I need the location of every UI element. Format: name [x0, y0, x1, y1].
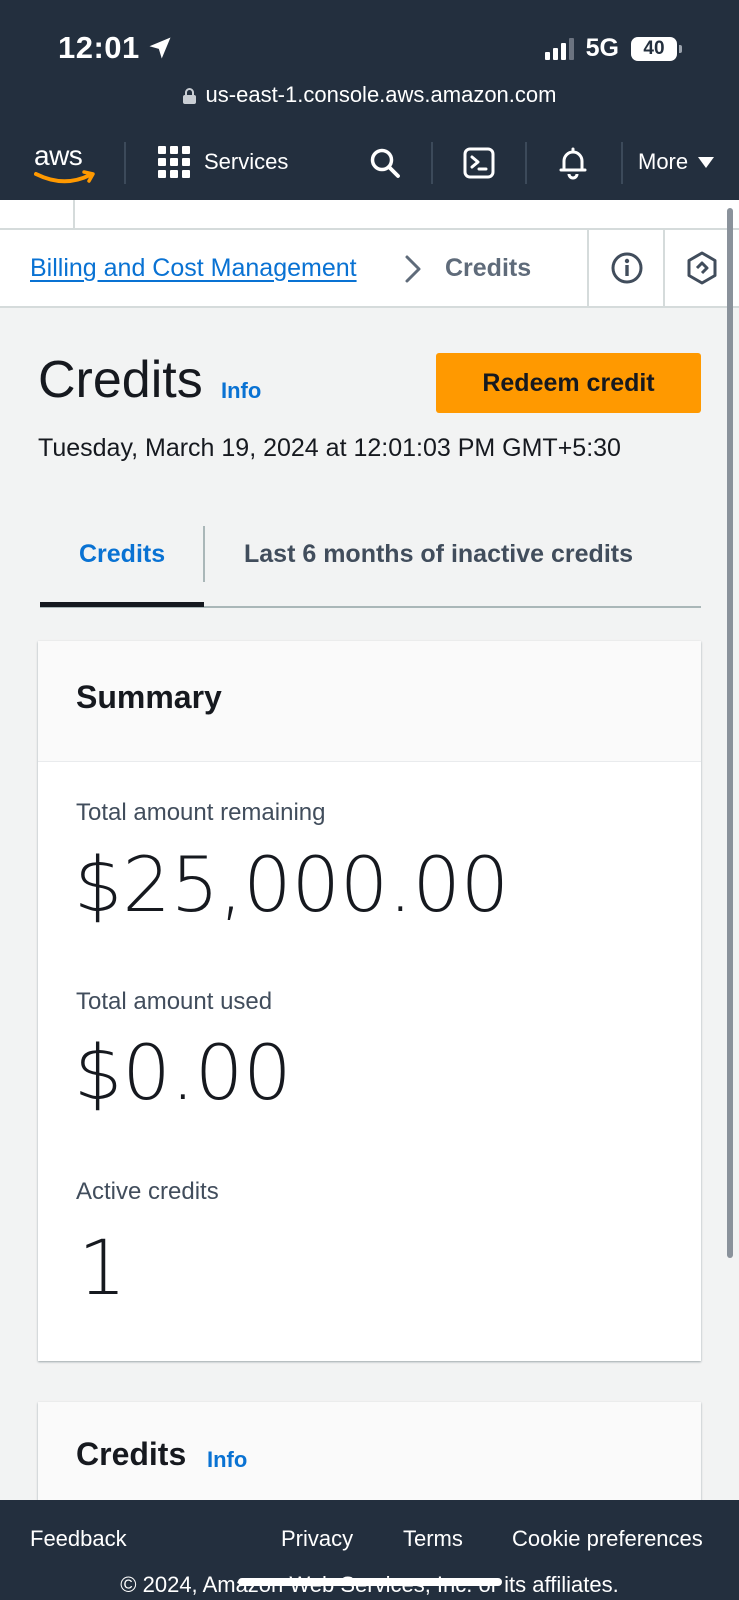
total-used-label: Total amount used	[76, 988, 273, 1015]
bell-icon[interactable]	[556, 146, 590, 180]
total-remaining-value: $25,000.00	[74, 840, 510, 929]
page-title: Credits	[38, 351, 203, 409]
aws-logo-text: aws	[34, 140, 83, 171]
breadcrumb-divider	[663, 230, 665, 306]
battery-level: 40	[643, 37, 665, 59]
footer-feedback-link[interactable]: Feedback	[30, 1526, 127, 1552]
status-indicators: 5G 40	[544, 34, 682, 63]
status-time: 12:01	[58, 30, 174, 66]
more-label: More	[638, 149, 689, 174]
active-tab-indicator	[40, 602, 204, 607]
aws-smile-icon	[34, 170, 95, 184]
battery-icon: 40	[631, 36, 682, 61]
top-bar: 12:01 5G 40 us-east-1.console.aws.amazon…	[0, 0, 739, 200]
search-icon[interactable]	[368, 146, 402, 180]
url-text: us-east-1.console.aws.amazon.com	[205, 82, 557, 107]
summary-card: Summary Total amount remaining $25,000.0…	[38, 641, 701, 1361]
breadcrumb-current: Credits	[445, 254, 532, 282]
network-type: 5G	[585, 34, 619, 62]
timestamp: Tuesday, March 19, 2024 at 12:01:03 PM G…	[38, 434, 621, 462]
credits-heading: Credits	[76, 1436, 187, 1472]
footer-cookie-preferences-link[interactable]: Cookie preferences	[512, 1526, 703, 1552]
toolbar-strip	[0, 200, 739, 230]
active-credits-value: 1	[78, 1223, 127, 1312]
signal-icon	[544, 37, 574, 60]
home-indicator[interactable]	[238, 1578, 502, 1586]
tab-credits[interactable]: Credits	[79, 540, 165, 569]
total-used-value: $0.00	[74, 1028, 292, 1117]
breadcrumb: Billing and Cost Management Credits	[0, 230, 739, 308]
summary-card-header: Summary	[38, 641, 701, 762]
hexagon-settings-icon[interactable]	[684, 250, 720, 286]
tab-inactive-credits[interactable]: Last 6 months of inactive credits	[244, 540, 633, 569]
info-circle-icon[interactable]	[609, 250, 645, 286]
nav-divider	[621, 142, 623, 184]
clock: 12:01	[58, 30, 140, 65]
lock-icon	[182, 88, 196, 104]
caret-down-icon	[698, 156, 715, 168]
scrollbar[interactable]	[727, 208, 733, 1258]
redeem-credit-button[interactable]: Redeem credit	[436, 353, 701, 413]
active-credits-label: Active credits	[76, 1178, 219, 1205]
cloudshell-icon[interactable]	[462, 146, 496, 180]
nav-divider	[124, 142, 126, 184]
chevron-right-icon	[405, 255, 421, 283]
aws-logo[interactable]: aws	[34, 140, 95, 184]
more-menu-button[interactable]: More	[638, 144, 715, 180]
services-label: Services	[204, 149, 289, 174]
location-arrow-icon	[149, 37, 171, 59]
address-bar[interactable]: us-east-1.console.aws.amazon.com	[0, 82, 739, 108]
aws-console-nav: aws Services More	[0, 130, 739, 200]
tab-divider	[203, 526, 205, 582]
info-link[interactable]: Info	[221, 378, 261, 404]
footer-privacy-link[interactable]: Privacy	[281, 1526, 353, 1552]
nav-divider	[431, 142, 433, 184]
total-remaining-label: Total amount remaining	[76, 799, 326, 826]
footer-terms-link[interactable]: Terms	[403, 1526, 463, 1552]
strip-divider	[73, 200, 75, 228]
nav-divider	[525, 142, 527, 184]
breadcrumb-billing-link[interactable]: Billing and Cost Management	[30, 254, 357, 283]
breadcrumb-divider	[587, 230, 589, 306]
summary-heading: Summary	[76, 679, 222, 715]
tab-bar: Credits Last 6 months of inactive credit…	[40, 520, 701, 608]
services-menu-button[interactable]: Services	[158, 144, 288, 180]
credits-info-link[interactable]: Info	[207, 1447, 247, 1473]
grid-icon	[158, 146, 190, 178]
